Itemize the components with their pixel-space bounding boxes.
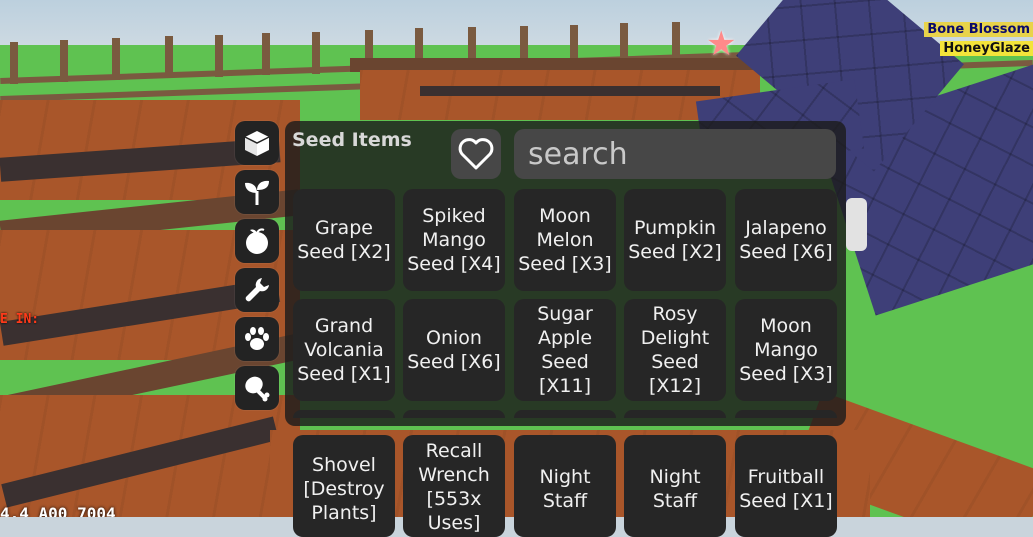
fence-post: [112, 38, 120, 80]
item-tile-jalapeno-seed[interactable]: Jalapeno Seed [X6]: [735, 189, 837, 291]
item-tile-grape-seed[interactable]: Grape Seed [X2]: [293, 189, 395, 291]
item-tile-spiked-mango-seed[interactable]: Spiked Mango Seed [X4]: [403, 189, 505, 291]
favorites-button[interactable]: [451, 129, 501, 179]
item-tile-partial: [514, 410, 616, 418]
item-label: Grand Volcania Seed [X1]: [297, 315, 391, 385]
paw-icon: [245, 327, 269, 350]
item-label: Onion Seed [X6]: [407, 327, 501, 373]
item-tile-moon-melon-seed[interactable]: Moon Melon Seed [X3]: [514, 189, 616, 291]
box-icon: [244, 131, 270, 156]
item-tile-grand-volcania-seed[interactable]: Grand Volcania Seed [X1]: [293, 299, 395, 401]
category-tools-button[interactable]: [235, 268, 279, 312]
item-tile-rosy-delight-seed[interactable]: Rosy Delight Seed [X12]: [624, 299, 726, 401]
scrollbar-thumb[interactable]: [846, 198, 867, 251]
item-label: Pumpkin Seed [X2]: [628, 217, 722, 263]
item-label: Moon Melon Seed [X3]: [518, 205, 612, 275]
item-label: Sugar Apple Seed [X11]: [537, 303, 593, 397]
item-label: Night Staff: [539, 466, 591, 512]
star-icon: ★: [706, 24, 737, 64]
item-label: Rosy Delight Seed [X12]: [640, 303, 710, 397]
hotbar-slot-fruitball-seed[interactable]: Fruitball Seed [X1]: [735, 435, 837, 537]
category-food-button[interactable]: [235, 366, 279, 410]
item-label: Jalapeno Seed [X6]: [739, 217, 833, 263]
hotbar-slot-night-staff[interactable]: Night Staff: [514, 435, 616, 537]
player-nametag-top: Bone Blossom: [924, 22, 1033, 37]
item-label: Night Staff: [649, 466, 701, 512]
hotbar-slot-night-staff-2[interactable]: Night Staff: [624, 435, 726, 537]
sprout-icon: [245, 180, 269, 205]
item-tile-partial: [403, 410, 505, 418]
item-label: Moon Mango Seed [X3]: [739, 315, 833, 385]
fruit-icon: [246, 228, 268, 254]
item-label: Shovel [Destroy Plants]: [303, 454, 385, 524]
category-fruits-button[interactable]: [235, 219, 279, 263]
fence-post: [60, 40, 68, 82]
category-plants-button[interactable]: [235, 170, 279, 214]
drumstick-icon: [245, 376, 270, 402]
search-input[interactable]: [514, 129, 836, 179]
player-nametag-bottom: HoneyGlaze: [940, 41, 1033, 56]
hotbar-slot-shovel[interactable]: Shovel [Destroy Plants]: [293, 435, 395, 537]
item-label: Recall Wrench [553x Uses]: [418, 440, 490, 534]
wrench-icon: [245, 278, 269, 302]
item-tile-moon-mango-seed[interactable]: Moon Mango Seed [X3]: [735, 299, 837, 401]
hotbar-slot-recall-wrench[interactable]: Recall Wrench [553x Uses]: [403, 435, 505, 537]
hud-timer-label: E IN:: [0, 312, 40, 327]
item-label: Fruitball Seed [X1]: [739, 466, 833, 512]
hud-counter: 4.4 A00 7004: [0, 504, 116, 517]
category-seeds-button[interactable]: [235, 121, 279, 165]
fence-post: [10, 42, 18, 84]
item-label: Grape Seed [X2]: [297, 217, 391, 263]
plot-row: [420, 86, 720, 96]
fence-post: [215, 35, 223, 77]
fence-post: [262, 33, 270, 75]
fence-post: [312, 32, 320, 74]
item-tile-pumpkin-seed[interactable]: Pumpkin Seed [X2]: [624, 189, 726, 291]
heart-icon: [458, 138, 494, 170]
item-label: Spiked Mango Seed [X4]: [407, 205, 501, 275]
fence-post: [165, 36, 173, 78]
item-tile-partial: [293, 410, 395, 418]
panel-title: Seed Items: [292, 129, 412, 151]
item-tile-sugar-apple-seed[interactable]: Sugar Apple Seed [X11]: [514, 299, 616, 401]
item-tile-partial: [735, 410, 837, 418]
item-tile-partial: [624, 410, 726, 418]
item-tile-onion-seed[interactable]: Onion Seed [X6]: [403, 299, 505, 401]
category-pets-button[interactable]: [235, 317, 279, 361]
